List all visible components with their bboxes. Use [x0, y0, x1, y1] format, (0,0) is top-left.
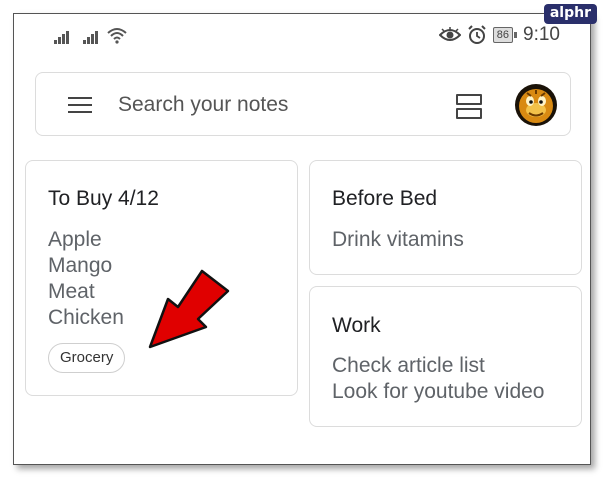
- label-chip-grocery[interactable]: Grocery: [48, 343, 126, 373]
- battery-icon: 86: [492, 27, 518, 43]
- avatar[interactable]: [515, 84, 557, 126]
- wifi-icon: [107, 28, 127, 44]
- clock-time: 9:10: [523, 24, 560, 45]
- red-arrow-annotation: [148, 269, 230, 349]
- note-line: Chicken: [48, 306, 124, 329]
- note-card-work[interactable]: Work Check article list Look for youtube…: [309, 286, 582, 427]
- status-bar-left: [54, 26, 128, 44]
- note-line: Drink vitamins: [332, 228, 464, 251]
- hamburger-menu-icon[interactable]: [68, 97, 92, 113]
- note-line: Meat: [48, 280, 95, 303]
- alphr-watermark-logo: alphr: [543, 4, 597, 24]
- note-title: Work: [332, 314, 381, 337]
- note-line: Check article list: [332, 354, 485, 377]
- phone-screen: 86 9:10 To Buy 4/: [13, 13, 591, 465]
- status-bar-right: 86 9:10: [438, 24, 560, 46]
- note-line: Apple: [48, 228, 102, 251]
- search-bar[interactable]: [35, 72, 571, 136]
- battery-level: 86: [496, 29, 510, 41]
- note-title: Before Bed: [332, 187, 438, 210]
- list-view-toggle-icon[interactable]: [456, 94, 482, 119]
- note-title: To Buy 4/12: [48, 187, 159, 210]
- note-card-before-bed[interactable]: Before Bed Drink vitamins: [309, 160, 582, 275]
- signal-icon: [54, 28, 69, 44]
- status-bar: 86 9:10: [14, 14, 590, 62]
- note-line: Mango: [48, 254, 113, 277]
- alarm-icon: [468, 25, 486, 44]
- eye-icon: [438, 27, 461, 41]
- note-line: Look for youtube video: [332, 380, 545, 403]
- search-input[interactable]: [118, 90, 418, 120]
- signal-icon: [83, 28, 98, 44]
